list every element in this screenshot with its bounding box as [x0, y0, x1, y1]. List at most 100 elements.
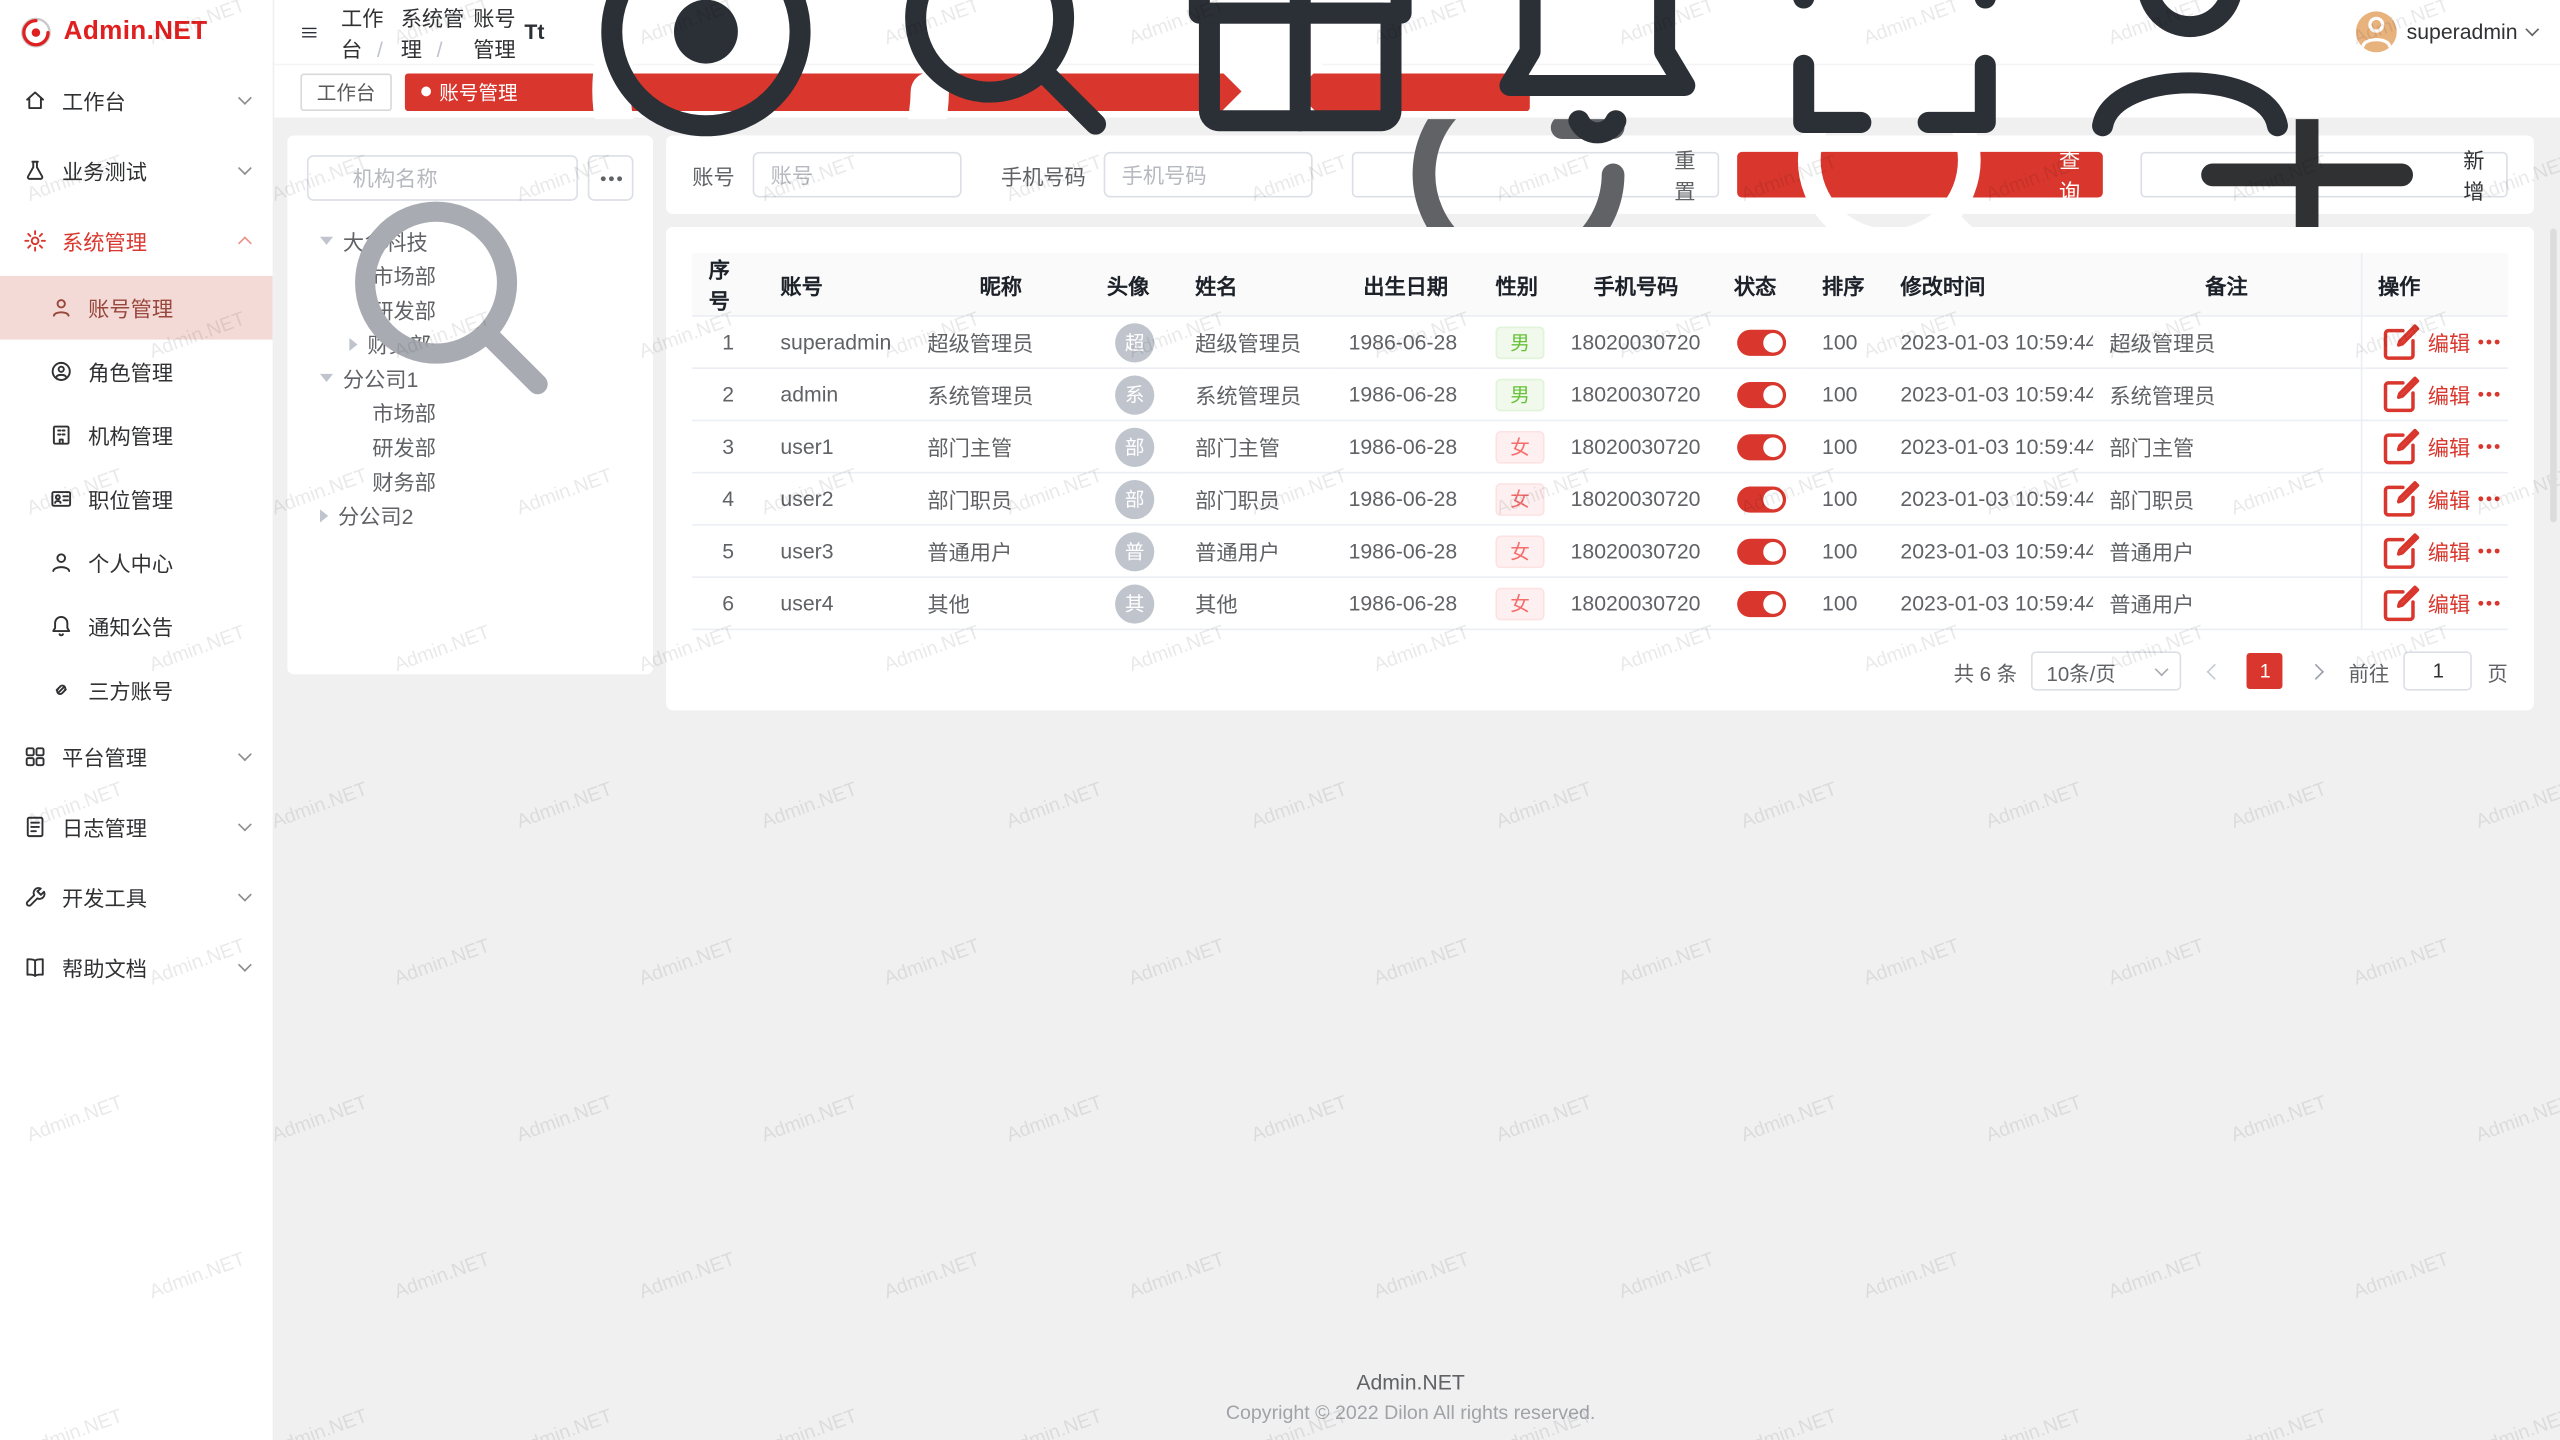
- tree-caret-icon[interactable]: [349, 474, 362, 487]
- table-row: 3 user1 部门主管 部 部门主管 1986-06-28 女 1802003…: [692, 420, 2508, 472]
- position-icon: [49, 487, 73, 511]
- chevron-icon: [238, 888, 252, 902]
- tree-caret-icon[interactable]: [349, 440, 362, 453]
- edit-button[interactable]: 编辑: [2378, 372, 2470, 417]
- sidebar-item-label: 工作台: [62, 85, 126, 116]
- edit-button[interactable]: 编辑: [2378, 476, 2470, 521]
- sidebar-item[interactable]: 工作台: [0, 65, 273, 135]
- row-more-button[interactable]: [2487, 601, 2492, 606]
- table-row: 1 superadmin 超级管理员 超 超级管理员 1986-06-28 男 …: [692, 316, 2508, 368]
- cell-avatar: 超: [1091, 316, 1179, 368]
- header-icon-button[interactable]: Tt: [524, 19, 544, 45]
- tree-node[interactable]: 财务部: [307, 464, 634, 498]
- cell-account: user4: [764, 577, 911, 629]
- tree-caret-icon[interactable]: [320, 509, 328, 522]
- chevron-right-icon: [2308, 663, 2324, 679]
- edit-button[interactable]: 编辑: [2378, 320, 2470, 365]
- breadcrumb-item[interactable]: 工作台: [341, 1, 401, 63]
- sidebar-item[interactable]: 开发工具: [0, 862, 273, 932]
- platform-icon: [23, 744, 47, 768]
- status-toggle[interactable]: [1737, 382, 1786, 408]
- page-number-button[interactable]: 1: [2247, 653, 2283, 689]
- content-row: 大名科技 市场部 研发部: [287, 136, 2534, 711]
- tab[interactable]: 工作台: [300, 73, 391, 111]
- sidebar-item[interactable]: 账号管理: [0, 276, 273, 340]
- log-icon: [23, 815, 47, 839]
- sidebar-item[interactable]: 帮助文档: [0, 932, 273, 1002]
- sidebar-item[interactable]: 个人中心: [0, 531, 273, 595]
- row-avatar: 超: [1115, 322, 1154, 361]
- next-page-button[interactable]: [2298, 653, 2334, 689]
- sidebar-item[interactable]: 业务测试: [0, 136, 273, 206]
- edit-button[interactable]: 编辑: [2378, 424, 2470, 469]
- cell-index: 4: [692, 473, 764, 525]
- cell-index: 3: [692, 420, 764, 472]
- header-icon-button[interactable]: [1166, 0, 1435, 166]
- edit-icon: [2378, 581, 2423, 626]
- tree-node[interactable]: 研发部: [307, 429, 634, 463]
- status-toggle[interactable]: [1737, 434, 1786, 460]
- row-more-button[interactable]: [2487, 496, 2492, 501]
- status-toggle[interactable]: [1737, 591, 1786, 617]
- header-icon-button[interactable]: [2056, 0, 2325, 166]
- more-icon: [2487, 444, 2492, 449]
- header-icon-button[interactable]: [572, 0, 841, 166]
- scrollbar[interactable]: [2550, 229, 2557, 523]
- menu-toggle-icon[interactable]: [300, 17, 318, 46]
- gender-tag: 女: [1496, 587, 1545, 620]
- prev-page-button[interactable]: [2197, 653, 2233, 689]
- column-header: 出生日期: [1332, 253, 1479, 316]
- cell-actions: 编辑: [2361, 420, 2508, 472]
- status-toggle[interactable]: [1737, 538, 1786, 564]
- skin-icon: [1166, 0, 1435, 166]
- breadcrumb-item[interactable]: 系统管理: [401, 1, 473, 63]
- cell-avatar: 其: [1091, 577, 1179, 629]
- cell-gender: 男: [1479, 368, 1554, 420]
- gender-tag: 女: [1496, 535, 1545, 568]
- sidebar-item[interactable]: 系统管理: [0, 206, 273, 276]
- page-root: Admin.NETAdmin.NETAdmin.NETAdmin.NETAdmi…: [0, 0, 2560, 1440]
- cell-name: 普通用户: [1179, 525, 1332, 577]
- sidebar-item[interactable]: 日志管理: [0, 792, 273, 862]
- cell-modified-time: 2023-01-03 10:59:44: [1884, 316, 2093, 368]
- goto-page-input[interactable]: [2404, 651, 2473, 690]
- row-more-button[interactable]: [2487, 340, 2492, 345]
- status-toggle[interactable]: [1737, 329, 1786, 355]
- edit-icon: [2378, 372, 2423, 417]
- sidebar-item[interactable]: 平台管理: [0, 722, 273, 792]
- sidebar-item[interactable]: 通知公告: [0, 594, 273, 658]
- sidebar-item-label: 帮助文档: [62, 952, 147, 983]
- chevron-down-icon: [2525, 22, 2539, 36]
- cell-account: user3: [764, 525, 911, 577]
- page-size-select[interactable]: 10条/页: [2032, 651, 2182, 690]
- column-header: 备注: [2093, 253, 2361, 316]
- row-more-button[interactable]: [2487, 444, 2492, 449]
- cell-actions: 编辑: [2361, 368, 2508, 420]
- edit-button[interactable]: 编辑: [2378, 529, 2470, 574]
- row-more-button[interactable]: [2487, 392, 2492, 397]
- status-toggle[interactable]: [1737, 486, 1786, 512]
- sidebar-item[interactable]: 机构管理: [0, 403, 273, 467]
- sidebar-item[interactable]: 三方账号: [0, 658, 273, 722]
- sidebar: Admin.NET 工作台 业务测试: [0, 0, 274, 1440]
- breadcrumb-item[interactable]: 账号管理: [473, 1, 524, 63]
- header-icon-button[interactable]: [1759, 0, 2028, 166]
- edit-button[interactable]: 编辑: [2378, 581, 2470, 626]
- header-icon-button[interactable]: [1462, 0, 1731, 166]
- role-icon: [49, 359, 73, 383]
- column-header: 手机号码: [1554, 253, 1717, 316]
- cell-modified-time: 2023-01-03 10:59:44: [1884, 577, 2093, 629]
- cell-status: [1718, 316, 1806, 368]
- sidebar-item-label: 职位管理: [88, 483, 173, 514]
- cell-birth-date: 1986-06-28: [1332, 420, 1479, 472]
- sidebar-item[interactable]: 角色管理: [0, 340, 273, 404]
- row-more-button[interactable]: [2487, 549, 2492, 554]
- sidebar-item[interactable]: 职位管理: [0, 467, 273, 531]
- footer: Admin.NET Copyright © 2022 Dilon All rig…: [287, 1360, 2534, 1440]
- header-icon-button[interactable]: [869, 0, 1138, 166]
- edit-icon: [2378, 529, 2423, 574]
- tree-node[interactable]: 分公司2: [307, 498, 634, 532]
- user-menu[interactable]: superadmin: [2356, 11, 2537, 52]
- cell-status: [1718, 368, 1806, 420]
- gender-tag: 男: [1496, 378, 1545, 411]
